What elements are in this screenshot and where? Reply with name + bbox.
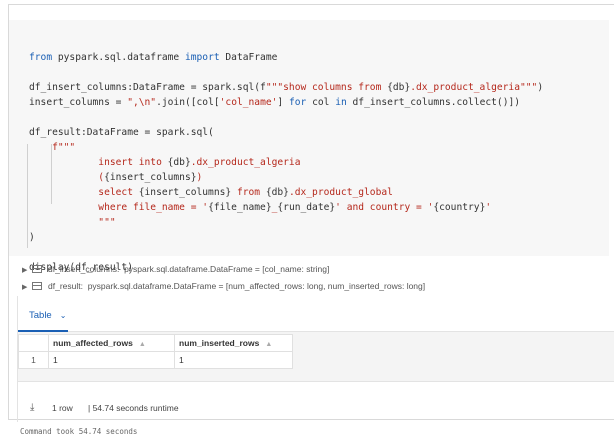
table-icon [32,282,42,290]
column-header[interactable]: num_affected_rows ▲ [48,334,175,352]
output-panel: Table ⌄ num_affected_rows ▲ num_inserted_r… [17,296,614,422]
code-token: ' and country = ' [335,202,434,213]
code-line: insert into {db}.dx_product_algeria [29,155,300,170]
code-token: in [335,97,347,108]
code-line: """ [29,215,116,230]
code-token: {db} [387,82,411,93]
code-token: {insert_columns} [104,172,197,183]
command-status: Command took 54.74 seconds [20,427,138,436]
code-token: .dx_product_algeria [190,157,301,168]
code-token: """show columns from [265,82,388,93]
code-line: df_insert_columns:DataFrame = spark.sql(… [29,80,543,95]
code-token: df_insert_columns.collect()]) [346,97,521,108]
download-icon[interactable]: ⤓ [30,402,34,413]
code-line: f""" [29,140,75,155]
code-token: """ [29,217,116,228]
tab-label: Table [29,310,52,321]
code-line: ) [29,230,35,245]
output-footer: ⤓ 1 row | 54.74 seconds runtime [18,396,614,420]
code-token: pyspark.sql.dataframe [52,52,185,63]
result-name: df_result: [48,281,83,291]
code-token: .join([col[ [156,97,220,108]
row-index: 1 [18,351,49,369]
code-token: ) [537,82,544,93]
code-token: from [231,187,266,198]
table-icon [32,265,42,273]
code-token: ",\n" [127,97,157,108]
code-token: select [29,187,139,198]
code-line: from pyspark.sql.dataframe import DataFr… [29,50,277,65]
runtime-text: | 54.74 seconds runtime [88,403,179,413]
code-token: ( [29,172,105,183]
code-editor[interactable]: from pyspark.sql.dataframe import DataFr… [9,20,609,273]
table-row: 1 1 1 [18,351,293,369]
code-line: insert_columns = ",\n".join([col['col_na… [29,95,520,110]
chevron-down-icon[interactable]: ⌄ [60,311,67,320]
code-token: {file_name} [208,202,272,213]
code-token: col [306,97,336,108]
code-token: insert_columns = [29,97,128,108]
code-line: ({insert_columns}) [29,170,202,185]
code-token: {run_date} [277,202,336,213]
code-token: ] [277,97,289,108]
sort-icon[interactable]: ▲ [139,341,146,348]
code-token: insert into [29,157,168,168]
code-token: {country} [433,202,486,213]
code-token: f""" [29,142,76,153]
result-table: num_affected_rows ▲ num_inserted_rows ▲ 1 … [18,334,293,369]
code-line: select {insert_columns} from {db}.dx_pro… [29,185,393,200]
code-token: {db} [265,187,289,198]
code-token: where file_name = ' [29,202,209,213]
code-token: ' [485,202,492,213]
indent-guide [27,144,28,248]
code-token: .dx_product_global [288,187,393,198]
code-line: where file_name = '{file_name}_{run_date… [29,200,491,215]
result-df-insert-columns[interactable]: ▶ df_insert_columns: pyspark.sql.datafram… [22,262,329,276]
result-df-result[interactable]: ▶ df_result: pyspark.sql.dataframe.DataFr… [22,279,425,293]
code-token: from [29,52,53,63]
sort-icon[interactable]: ▲ [265,341,272,348]
code-token: {insert_columns} [138,187,232,198]
code-token: ) [29,232,35,243]
code-token: for [288,97,307,108]
row-count: 1 row [52,403,73,413]
code-token: import [184,52,220,63]
code-token: 'col_name' [219,97,278,108]
tab-table[interactable]: Table ⌄ [29,310,66,321]
chevron-right-icon[interactable]: ▶ [22,281,32,295]
code-token: df_result:DataFrame = spark.sql( [29,127,214,138]
chevron-right-icon[interactable]: ▶ [22,264,32,278]
column-header[interactable]: num_inserted_rows ▲ [174,334,293,352]
result-name: df_insert_columns: [48,264,120,274]
code-token: DataFrame [219,52,278,63]
table-cell: 1 [174,351,293,369]
table-cell: 1 [48,351,175,369]
code-token: df_insert_columns:DataFrame = spark.sql(… [29,82,266,93]
code-token: {db} [167,157,191,168]
result-schema: pyspark.sql.dataframe.DataFrame = [num_a… [87,281,426,291]
tab-bar: Table ⌄ [18,296,614,332]
code-line: df_result:DataFrame = spark.sql( [29,125,214,140]
result-schema: pyspark.sql.dataframe.DataFrame = [col_n… [124,264,330,274]
code-token: .dx_product_algeria""" [410,82,538,93]
index-header [18,334,49,352]
result-table-area: num_affected_rows ▲ num_inserted_rows ▲ 1 … [18,332,614,382]
code-token: ) [196,172,203,183]
